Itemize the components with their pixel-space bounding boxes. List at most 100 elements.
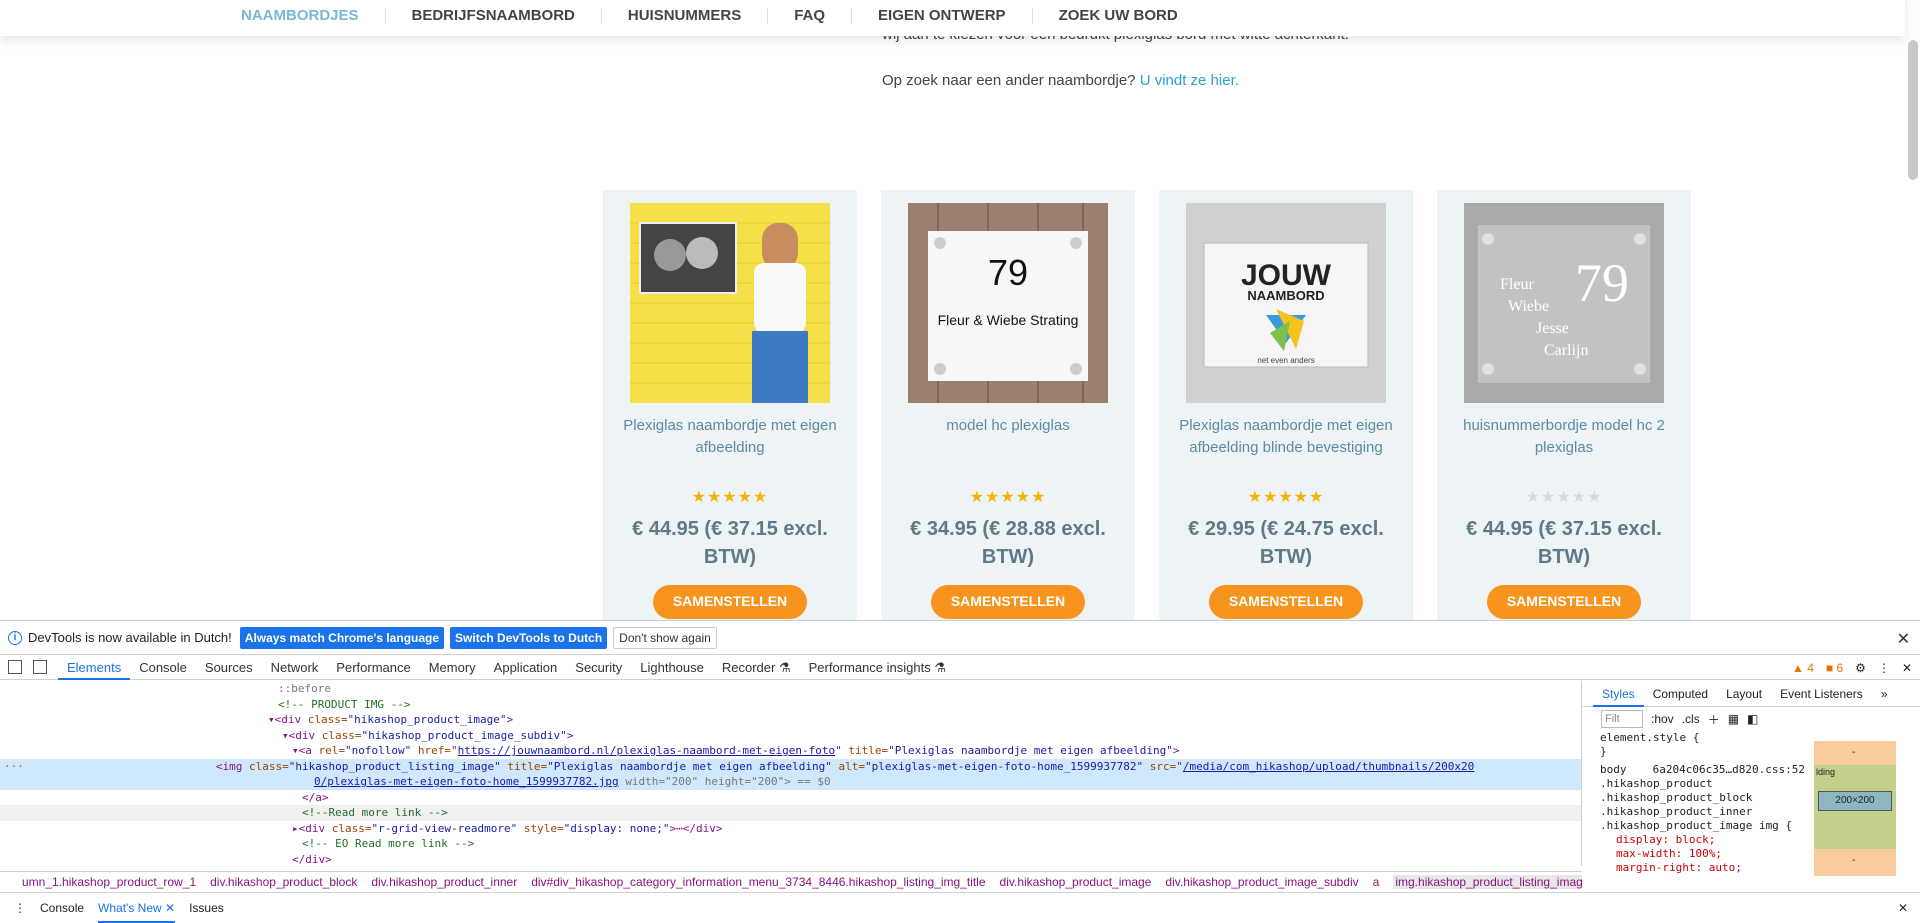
close-drawer-icon[interactable]: ✕: [1898, 901, 1908, 915]
dom-line[interactable]: <!-- EO Read more link -->: [0, 836, 1581, 852]
hov-toggle[interactable]: :hov: [1651, 712, 1674, 726]
warning-count[interactable]: ▲ 4: [1792, 661, 1814, 675]
tab-elements[interactable]: Elements: [58, 655, 131, 680]
intro-question-text: Op zoek naar een ander naambordje?: [882, 72, 1136, 89]
nav-item-bedrijfsnaambord[interactable]: BEDRIJFSNAAMBORD: [386, 8, 602, 24]
tab-memory[interactable]: Memory: [420, 655, 485, 680]
dont-show-again-button[interactable]: Don't show again: [613, 626, 717, 649]
breadcrumb-item[interactable]: div#div_hikashop_category_information_me…: [531, 875, 985, 889]
dom-line[interactable]: <!--Read more link -->: [0, 805, 1581, 821]
rule-header: body 6a204c06c35…d820.css:52: [1600, 763, 1805, 777]
product-photo-yellow-wall: [630, 203, 830, 403]
device-toolbar-icon[interactable]: [33, 660, 47, 674]
padding-label: lding: [1816, 767, 1836, 777]
dom-line-selected-cont[interactable]: 0/plexiglas-met-eigen-foto-home_15999377…: [0, 774, 1581, 790]
samenstellen-button[interactable]: SAMENSTELLEN: [1208, 585, 1364, 619]
close-icon[interactable]: ✕: [1897, 629, 1910, 649]
settings-gear-icon[interactable]: ⚙: [1855, 661, 1866, 675]
tab-application[interactable]: Application: [485, 655, 567, 680]
dom-line[interactable]: </a>: [0, 790, 1581, 806]
dom-line-selected[interactable]: ··· <img class="hikashop_product_listing…: [0, 758, 1581, 774]
samenstellen-button[interactable]: SAMENSTELLEN: [652, 585, 808, 619]
samenstellen-button[interactable]: SAMENSTELLEN: [930, 585, 1086, 619]
dom-line[interactable]: </div>: [0, 852, 1581, 867]
info-icon: i: [8, 630, 22, 645]
page-scrollbar[interactable]: [1908, 40, 1918, 180]
dom-line[interactable]: ▾<div class="hikashop_product_image_subd…: [0, 728, 1581, 744]
css-property[interactable]: max-width: 100%;: [1600, 847, 1805, 861]
thumb-name-4: Carlijn: [1544, 342, 1588, 359]
switch-to-dutch-button[interactable]: Switch DevTools to Dutch: [450, 626, 608, 649]
tab-performance[interactable]: Performance: [327, 655, 419, 680]
intro-link[interactable]: U vindt ze hier.: [1140, 72, 1239, 89]
product-image[interactable]: JOUW NAAMBORD net even anders: [1186, 203, 1386, 403]
tab-performance-insights[interactable]: Performance insights ⚗: [800, 655, 955, 680]
nav-item-naambordjes[interactable]: NAAMBORDJES: [215, 8, 386, 24]
dom-line[interactable]: <!-- PRODUCT IMG -->: [0, 697, 1581, 713]
product-title[interactable]: huisnummerbordje model hc 2 plexiglas: [1451, 415, 1677, 485]
product-price: € 44.95 (€ 37.15 excl. BTW): [632, 518, 828, 568]
more-options-icon[interactable]: ⋮: [1878, 661, 1890, 675]
tab-network[interactable]: Network: [262, 655, 328, 680]
language-infobar: i DevTools is now available in Dutch! Al…: [0, 621, 1920, 655]
tab-lighthouse[interactable]: Lighthouse: [631, 655, 713, 680]
tab-sources[interactable]: Sources: [196, 655, 262, 680]
styles-filter-input[interactable]: Filt: [1601, 710, 1643, 728]
rule-close: }: [1600, 745, 1607, 758]
elements-dom-tree[interactable]: ::before <!-- PRODUCT IMG --> ▾<div clas…: [0, 681, 1582, 866]
more-tabs-icon[interactable]: »: [1872, 681, 1897, 707]
product-image[interactable]: [630, 203, 830, 403]
inspect-element-icon[interactable]: [8, 660, 22, 674]
breadcrumb-item[interactable]: umn_1.hikashop_product_row_1: [22, 875, 196, 889]
issue-count[interactable]: ■ 6: [1826, 661, 1843, 675]
drawer-tab-whats-new[interactable]: What's New ✕: [98, 901, 176, 923]
dom-line[interactable]: ▸<div class="r-grid-view-readmore" style…: [0, 821, 1581, 837]
product-title[interactable]: Plexiglas naambordje met eigen afbeeldin…: [1173, 415, 1399, 485]
product-title[interactable]: model hc plexiglas: [895, 415, 1121, 485]
dom-line[interactable]: ::before: [0, 681, 1581, 697]
sidebar-toggle-icon[interactable]: ◧: [1747, 712, 1758, 726]
drawer-menu-icon[interactable]: ⋮: [14, 901, 26, 915]
dom-line[interactable]: ▾<div class="hikashop_product_image">: [0, 712, 1581, 728]
drawer-tab-issues[interactable]: Issues: [189, 901, 224, 915]
rule-selector: .hikashop_product_image img {: [1600, 819, 1793, 832]
product-card: 79 Fleur & Wiebe Strating model hc plexi…: [881, 190, 1135, 620]
nav-item-huisnummers[interactable]: HUISNUMMERS: [602, 8, 769, 24]
new-rule-icon[interactable]: ＋: [1708, 711, 1720, 728]
tab-styles[interactable]: Styles: [1593, 681, 1644, 707]
tab-console[interactable]: Console: [130, 655, 196, 680]
tab-security[interactable]: Security: [566, 655, 631, 680]
drawer-tab-console[interactable]: Console: [40, 901, 84, 915]
thumb-number: 79: [1575, 253, 1629, 313]
nav-item-zoek-uw-bord[interactable]: ZOEK UW BORD: [1033, 8, 1204, 24]
paint-icon[interactable]: ▦: [1728, 712, 1739, 726]
product-price: € 44.95 (€ 37.15 excl. BTW): [1466, 518, 1662, 568]
rule-source-link[interactable]: 6a204c06c35…d820.css:52: [1653, 763, 1805, 777]
dom-line[interactable]: ▾<a rel="nofollow" href="https://jouwnaa…: [0, 743, 1581, 759]
close-tab-icon[interactable]: ✕: [165, 901, 175, 915]
always-match-language-button[interactable]: Always match Chrome's language: [239, 626, 445, 649]
breadcrumb-item-current[interactable]: img.hikashop_product_listing_image: [1393, 874, 1582, 889]
tab-event-listeners[interactable]: Event Listeners: [1771, 681, 1872, 707]
element-style-rule[interactable]: element.style {: [1600, 731, 1805, 745]
product-title[interactable]: Plexiglas naambordje met eigen afbeeldin…: [617, 415, 843, 485]
breadcrumb-item[interactable]: a: [1373, 875, 1380, 889]
nav-item-faq[interactable]: FAQ: [768, 8, 853, 24]
product-grid: Plexiglas naambordje met eigen afbeeldin…: [603, 190, 1691, 620]
breadcrumb-item[interactable]: div.hikashop_product_image_subdiv: [1165, 875, 1358, 889]
breadcrumb-item[interactable]: div.hikashop_product_block: [210, 875, 357, 889]
breadcrumb-item[interactable]: div.hikashop_product_image: [1000, 875, 1152, 889]
css-property[interactable]: display: block;: [1600, 833, 1805, 847]
tab-recorder[interactable]: Recorder ⚗: [713, 655, 800, 680]
tab-layout[interactable]: Layout: [1717, 681, 1771, 707]
nav-item-eigen-ontwerp[interactable]: EIGEN ONTWERP: [852, 8, 1033, 24]
thumb-tagline: net even anders: [1257, 356, 1314, 365]
css-property[interactable]: margin-right: auto;: [1600, 861, 1805, 873]
tab-computed[interactable]: Computed: [1644, 681, 1717, 707]
product-image[interactable]: 79 Fleur & Wiebe Strating: [908, 203, 1108, 403]
close-devtools-icon[interactable]: ✕: [1902, 661, 1912, 675]
samenstellen-button[interactable]: SAMENSTELLEN: [1486, 585, 1642, 619]
product-image[interactable]: 79 Fleur Wiebe Jesse Carlijn: [1464, 203, 1664, 403]
breadcrumb-item[interactable]: div.hikashop_product_inner: [371, 875, 517, 889]
cls-toggle[interactable]: .cls: [1682, 712, 1700, 726]
